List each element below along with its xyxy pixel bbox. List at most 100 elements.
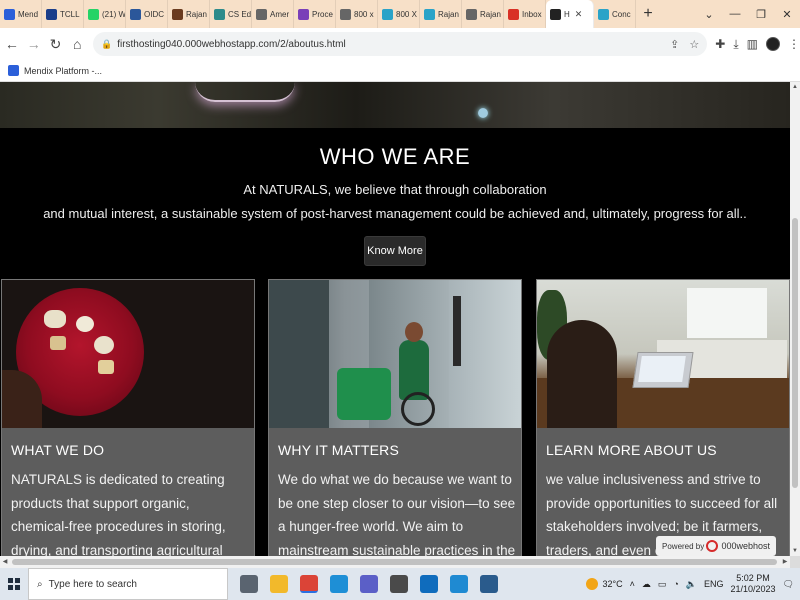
windows-taskbar: ⌕ Type here to search 32°C ˄ ☁ ▭ ◔ 🔈 ENG… <box>0 568 800 600</box>
browser-tab[interactable]: H ✕ <box>546 0 594 28</box>
chevron-up-icon[interactable]: ˄ <box>630 579 635 589</box>
card-title: WHY IT MATTERS <box>278 442 400 458</box>
browser-tab[interactable]: CS Ed <box>210 0 252 28</box>
card-text: We do what we do because we want to be o… <box>278 472 516 556</box>
tab-favicon-icon <box>4 8 15 20</box>
menu-icon[interactable]: ⋮ <box>788 37 800 51</box>
card-learn-more: LEARN MORE ABOUT US we value inclusivene… <box>536 279 790 556</box>
back-button[interactable]: ← <box>2 32 22 56</box>
tab-label: 800 x <box>354 9 374 19</box>
url-text: firsthosting040.000webhostapp.com/2/abou… <box>117 38 346 50</box>
neon-light <box>195 82 295 102</box>
browser-tab[interactable]: Rajan <box>420 0 462 28</box>
tab-favicon-icon <box>340 8 351 20</box>
card-title: WHAT WE DO <box>11 442 105 458</box>
close-tab-icon[interactable]: ✕ <box>575 9 583 20</box>
scroll-left-arrow-icon[interactable]: ◀ <box>0 556 10 568</box>
browser-tab[interactable]: Proce <box>294 0 336 28</box>
vertical-scroll-thumb[interactable] <box>792 218 798 488</box>
browser-tab[interactable]: TCLL <box>42 0 84 28</box>
url-bar[interactable]: 🔒 firsthosting040.000webhostapp.com/2/ab… <box>93 32 708 56</box>
forward-button[interactable]: → <box>24 32 44 56</box>
tab-favicon-icon <box>424 8 435 20</box>
browser-tab[interactable]: 800 X <box>378 0 420 28</box>
chrome-icon[interactable] <box>300 575 318 593</box>
powered-by-badge[interactable]: Powered by 000webhost <box>656 536 776 556</box>
volume-icon[interactable]: 🔈 <box>686 579 697 590</box>
notification-icon[interactable]: 🗨 <box>783 579 794 590</box>
weather-widget[interactable]: 32°C <box>586 578 623 590</box>
download-icon[interactable]: ⤓ <box>733 37 738 52</box>
horizontal-scrollbar[interactable]: ◀ ▶ <box>0 556 790 568</box>
browser-tab-strip: Mend TCLL (21) W OIDC Rajan CS Ed Amer Proce 800… <box>0 0 800 28</box>
tab-label: H <box>564 9 570 19</box>
tab-favicon-icon <box>214 8 225 20</box>
know-more-button[interactable]: Know More <box>364 236 426 266</box>
tab-label: Rajan <box>480 9 501 19</box>
scroll-right-arrow-icon[interactable]: ▶ <box>780 556 790 568</box>
wifi-icon[interactable]: ◔ <box>673 579 678 589</box>
share-icon[interactable]: ⇪ <box>670 38 679 51</box>
scrollbar-corner <box>790 556 800 568</box>
site-info-icon[interactable]: 🔒 <box>101 39 112 49</box>
browser-tab[interactable]: Rajan <box>168 0 210 28</box>
profile-avatar[interactable] <box>765 37 780 51</box>
web-page: WHO WE ARE At NATURALS, we believe that … <box>0 82 790 556</box>
extensions-icon[interactable]: ✚ <box>715 37 725 51</box>
vscode-icon[interactable] <box>450 575 468 593</box>
start-button[interactable] <box>0 568 28 600</box>
clock[interactable]: 5:02 PM 21/10/2023 <box>731 573 776 595</box>
taskbar-search-box[interactable]: ⌕ Type here to search <box>28 568 228 600</box>
network-icon[interactable]: ☁ <box>642 579 651 590</box>
section-title: WHO WE ARE <box>319 144 471 169</box>
outlook-icon[interactable] <box>420 575 438 593</box>
browser-tab[interactable]: Amer <box>252 0 294 28</box>
card-title: LEARN MORE ABOUT US <box>546 442 717 458</box>
edge-icon[interactable] <box>330 575 348 593</box>
restore-button[interactable]: ❐ <box>748 0 774 28</box>
tab-favicon-icon <box>598 8 609 20</box>
taskbar-apps <box>240 575 498 593</box>
battery-icon[interactable]: ▭ <box>658 579 667 590</box>
scroll-down-arrow-icon[interactable]: ▼ <box>790 546 800 556</box>
bookmark-mendix[interactable]: Mendix Platform -... <box>24 66 102 76</box>
browser-tab[interactable]: OIDC <box>126 0 168 28</box>
search-icon: ⌕ <box>37 578 43 590</box>
card-text: NATURALS is dedicated to creating produc… <box>11 472 226 556</box>
side-panel-icon[interactable]: ▥ <box>747 37 758 51</box>
browser-tab[interactable]: Inbox <box>504 0 546 28</box>
browser-tab[interactable]: Conc <box>594 0 636 28</box>
browser-tab[interactable]: (21) W <box>84 0 126 28</box>
horizontal-scroll-thumb[interactable] <box>12 559 777 565</box>
hero-banner-image <box>0 82 790 128</box>
sun-icon <box>586 578 599 590</box>
teams-icon[interactable] <box>360 575 378 593</box>
tab-label: Conc <box>612 9 631 19</box>
home-button[interactable]: ⌂ <box>67 32 87 56</box>
clock-time: 5:02 PM <box>736 573 770 583</box>
language-indicator[interactable]: ENG <box>704 579 724 589</box>
tab-search-icon[interactable]: ⌄ <box>696 0 722 28</box>
reload-button[interactable]: ↻ <box>46 32 66 56</box>
address-toolbar: ← → ↻ ⌂ 🔒 firsthosting040.000webhostapp.… <box>0 28 800 60</box>
tab-favicon-icon <box>508 8 519 20</box>
new-tab-button[interactable]: + <box>636 5 660 23</box>
browser-tab[interactable]: 800 x <box>336 0 378 28</box>
food-plate-image <box>2 280 254 428</box>
tab-favicon-icon <box>256 8 267 20</box>
photos-icon[interactable] <box>480 575 498 593</box>
pen-app-icon[interactable] <box>390 575 408 593</box>
tab-favicon-icon <box>466 8 477 20</box>
tab-favicon-icon <box>382 8 393 20</box>
browser-tab[interactable]: Mend <box>0 0 42 28</box>
minimize-button[interactable]: — <box>722 0 748 28</box>
scroll-up-arrow-icon[interactable]: ▲ <box>790 82 800 92</box>
bookmark-star-icon[interactable]: ☆ <box>689 38 699 51</box>
browser-tab[interactable]: Rajan <box>462 0 504 28</box>
close-window-button[interactable]: ✕ <box>774 0 800 28</box>
file-explorer-icon[interactable] <box>270 575 288 593</box>
vertical-scrollbar[interactable]: ▲ ▼ <box>790 82 800 556</box>
task-view-icon[interactable] <box>240 575 258 593</box>
tab-list: Mend TCLL (21) W OIDC Rajan CS Ed Amer Proce 800… <box>0 0 636 28</box>
tab-label: Rajan <box>186 9 207 19</box>
